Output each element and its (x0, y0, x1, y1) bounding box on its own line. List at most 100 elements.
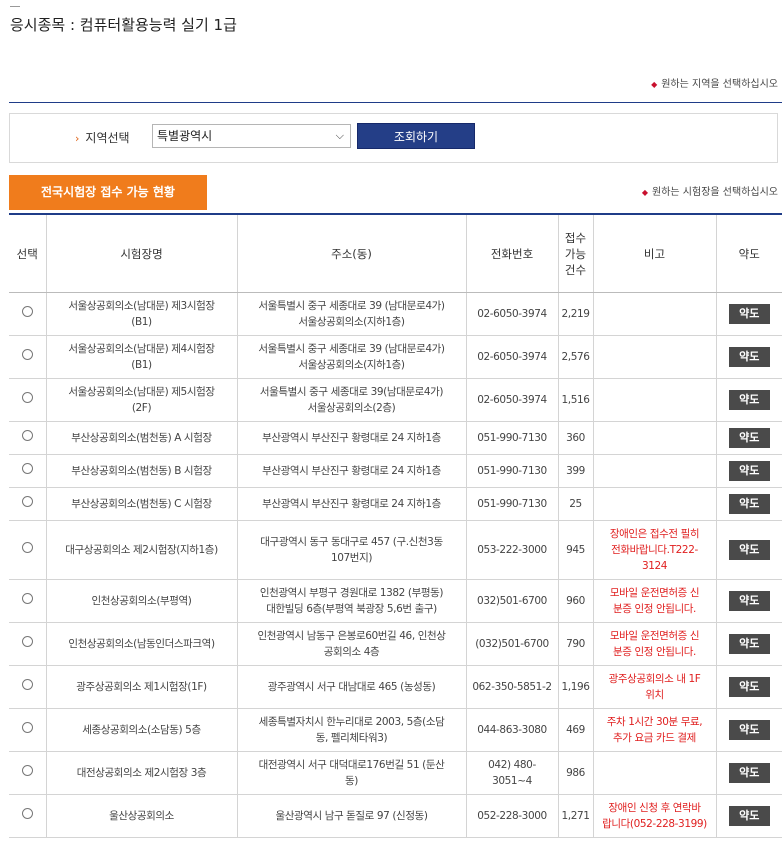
site-name: 울산상공회의소 (45, 794, 237, 838)
site-radio[interactable] (21, 636, 33, 647)
site-count: 945 (557, 520, 593, 580)
site-count: 2,219 (557, 292, 593, 336)
row-map-cell: 약도 (715, 378, 782, 422)
table-row: 부산상공회의소(범천동) C 시험장 부산광역시 부산진구 황령대로 24 지하1… (9, 487, 782, 521)
site-radio[interactable] (21, 392, 33, 403)
site-radio[interactable] (21, 542, 33, 553)
map-button[interactable]: 약도 (728, 390, 770, 410)
site-count: 25 (557, 487, 593, 521)
map-button[interactable]: 약도 (728, 461, 770, 481)
row-select-cell (9, 622, 46, 666)
site-address: 서울특별시 중구 세종대로 39 (남대문로4가) 서울상공회의소(지하1층) (236, 292, 466, 336)
site-note: 모바일 운전면허증 신 분증 인정 안됩니다. (592, 579, 716, 623)
site-phone: 053-222-3000 (465, 520, 558, 580)
site-address: 울산광역시 남구 돋질로 97 (신정동) (236, 794, 466, 838)
row-select-cell (9, 665, 46, 709)
col-header-phone: 전화번호 (465, 213, 558, 293)
map-button[interactable]: 약도 (728, 634, 770, 654)
row-select-cell (9, 335, 46, 379)
map-button[interactable]: 약도 (728, 591, 770, 611)
row-map-cell: 약도 (715, 421, 782, 455)
site-count: 960 (557, 579, 593, 623)
site-name: 대전상공회의소 제2시험장 3층 (45, 751, 237, 795)
site-address: 서울특별시 중구 세종대로 39(남대문로4가) 서울상공회의소(2층) (236, 378, 466, 422)
row-select-cell (9, 708, 46, 752)
row-select-cell (9, 454, 46, 488)
site-name: 서울상공회의소(남대문) 제3시험장 (B1) (45, 292, 237, 336)
status-tab: 전국시험장 접수 가능 현황 (9, 175, 207, 210)
site-name: 부산상공회의소(범천동) C 시험장 (45, 487, 237, 521)
site-note (592, 378, 716, 422)
col-header-map: 약도 (715, 213, 782, 293)
region-label: › 지역선택 (75, 129, 130, 146)
site-note (592, 454, 716, 488)
table-row: 인천상공회의소(남동인더스파크역) 인천광역시 남동구 은봉로60번길 46, 인… (9, 622, 782, 666)
site-count: 360 (557, 421, 593, 455)
site-name: 부산상공회의소(범천동) B 시험장 (45, 454, 237, 488)
site-name: 세종상공회의소(소담동) 5층 (45, 708, 237, 752)
site-name: 대구상공회의소 제2시험장(지하1층) (45, 520, 237, 580)
site-phone: 062-350-5851-2 (465, 665, 558, 709)
table-row: 울산상공회의소 울산광역시 남구 돋질로 97 (신정동) 052-228-3000… (9, 794, 782, 838)
map-button[interactable]: 약도 (728, 347, 770, 367)
row-map-cell: 약도 (715, 292, 782, 336)
region-filter: › 지역선택 특별광역시 ⌵ 조회하기 (9, 113, 778, 163)
map-button[interactable]: 약도 (728, 428, 770, 448)
table-row: 대전상공회의소 제2시험장 3층 대전광역시 서구 대덕대로176번길 51 (둔… (9, 751, 782, 795)
map-button[interactable]: 약도 (728, 806, 770, 826)
map-button[interactable]: 약도 (728, 763, 770, 783)
region-select[interactable]: 특별광역시 ⌵ (152, 124, 351, 148)
map-button[interactable]: 약도 (728, 494, 770, 514)
site-name: 광주상공회의소 제1시험장(1F) (45, 665, 237, 709)
site-radio[interactable] (21, 722, 33, 733)
site-address: 광주광역시 서구 대남대로 465 (농성동) (236, 665, 466, 709)
site-address: 부산광역시 부산진구 황령대로 24 지하1층 (236, 454, 466, 488)
map-button[interactable]: 약도 (728, 677, 770, 697)
table-row: 세종상공회의소(소담동) 5층 세종특별자치시 한누리대로 2003, 5층(소담… (9, 708, 782, 752)
site-radio[interactable] (21, 306, 33, 317)
table-row: 광주상공회의소 제1시험장(1F) 광주광역시 서구 대남대로 465 (농성동)… (9, 665, 782, 709)
row-map-cell: 약도 (715, 794, 782, 838)
col-header-address: 주소(동) (236, 213, 466, 293)
site-radio[interactable] (21, 463, 33, 474)
row-map-cell: 약도 (715, 665, 782, 709)
site-address: 대전광역시 서구 대덕대로176번길 51 (둔산 동) (236, 751, 466, 795)
site-phone: (032)501-6700 (465, 622, 558, 666)
site-count: 469 (557, 708, 593, 752)
region-hint-text: 원하는 지역을 선택하십시오 (661, 79, 778, 90)
row-map-cell: 약도 (715, 579, 782, 623)
exam-site-table: 선택 시험장명 주소(동) 전화번호 접수 가능 건수 비고 약도 서울상공회의… (9, 213, 782, 838)
row-map-cell: 약도 (715, 335, 782, 379)
site-radio[interactable] (21, 430, 33, 441)
site-hint: ◆ 원하는 시험장을 선택하십시오 (642, 183, 778, 198)
site-radio[interactable] (21, 496, 33, 507)
site-count: 2,576 (557, 335, 593, 379)
site-radio[interactable] (21, 808, 33, 819)
row-map-cell: 약도 (715, 454, 782, 488)
site-name: 부산상공회의소(범천동) A 시험장 (45, 421, 237, 455)
site-phone: 02-6050-3974 (465, 335, 558, 379)
site-note (592, 292, 716, 336)
site-radio[interactable] (21, 765, 33, 776)
site-phone: 044-863-3080 (465, 708, 558, 752)
site-count: 399 (557, 454, 593, 488)
site-hint-text: 원하는 시험장을 선택하십시오 (652, 187, 778, 198)
site-note: 모바일 운전면허증 신 분증 인정 안됩니다. (592, 622, 716, 666)
site-phone: 051-990-7130 (465, 421, 558, 455)
site-note (592, 751, 716, 795)
col-header-note: 비고 (592, 213, 716, 293)
site-name: 인천상공회의소(남동인더스파크역) (45, 622, 237, 666)
site-radio[interactable] (21, 679, 33, 690)
site-note: 장애인 신청 후 연락바 랍니다(052-228-3199) (592, 794, 716, 838)
map-button[interactable]: 약도 (728, 540, 770, 560)
search-button[interactable]: 조회하기 (357, 123, 475, 149)
region-select-value: 특별광역시 (157, 129, 213, 143)
site-note: 장애인은 접수전 필히 전화바랍니다.T222- 3124 (592, 520, 716, 580)
site-address: 세종특별자치시 한누리대로 2003, 5층(소담 동, 펠리체타워3) (236, 708, 466, 752)
site-radio[interactable] (21, 593, 33, 604)
table-row: 대구상공회의소 제2시험장(지하1층) 대구광역시 동구 동대구로 457 (구.… (9, 520, 782, 580)
site-radio[interactable] (21, 349, 33, 360)
site-phone: 052-228-3000 (465, 794, 558, 838)
map-button[interactable]: 약도 (728, 304, 770, 324)
map-button[interactable]: 약도 (728, 720, 770, 740)
